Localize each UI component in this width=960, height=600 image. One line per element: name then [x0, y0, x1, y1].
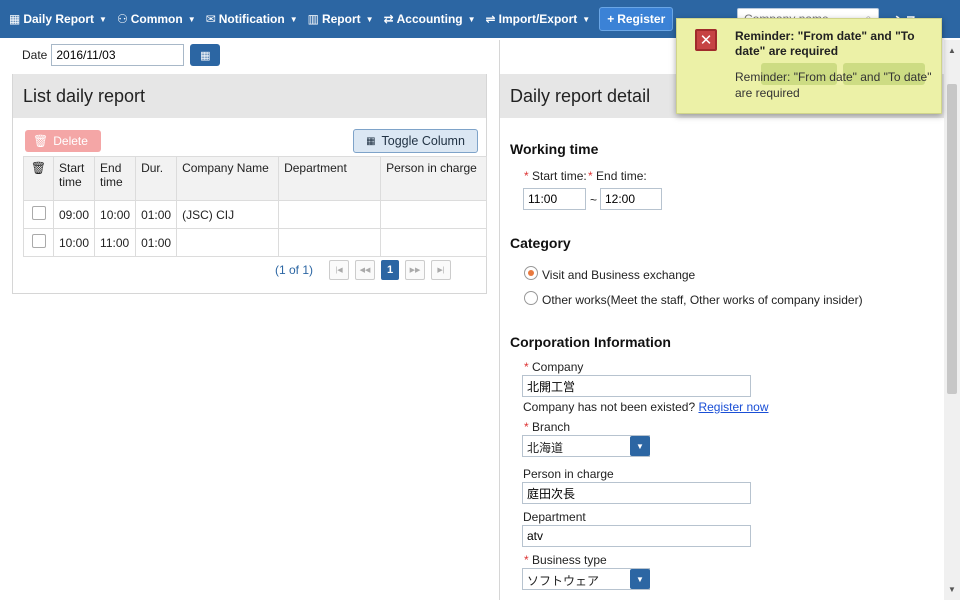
nav-daily-report[interactable]: ▦ Daily Report ▼: [4, 12, 112, 26]
scrollbar-thumb[interactable]: [947, 84, 957, 394]
category-option-label[interactable]: Other works(Meet the staff, Other works …: [542, 293, 863, 307]
column-header[interactable]: End time: [94, 156, 137, 201]
last-page-button[interactable]: ▶|: [431, 260, 452, 280]
page-number-button[interactable]: 1: [381, 260, 400, 280]
caret-down-icon: ▼: [99, 14, 107, 24]
column-header[interactable]: Dur.: [135, 156, 178, 201]
first-page-button[interactable]: |◀: [329, 260, 350, 280]
business-type-label: * Business type: [524, 553, 607, 567]
column-header[interactable]: Start time: [52, 156, 96, 201]
cell: [380, 200, 487, 229]
category-option-label[interactable]: Visit and Business exchange: [542, 268, 695, 282]
exchange-icon: ⇄: [383, 12, 394, 26]
person-in-charge-input[interactable]: [522, 482, 751, 504]
column-header[interactable]: Person in charge: [380, 156, 487, 201]
daily-report-table: 🗑 Start time End time Dur. Company Name …: [23, 156, 487, 257]
reminder-notification: ✕ Reminder: "From date" and "To date" ar…: [676, 18, 942, 114]
end-time-label: * End time:: [588, 169, 647, 183]
row-checkbox[interactable]: [31, 234, 46, 248]
page-info: (1 of 1): [275, 263, 314, 277]
trash-icon: 🗑: [30, 161, 47, 175]
caret-down-icon: ▼: [187, 14, 196, 24]
delete-button[interactable]: 🗑 Delete: [25, 130, 101, 152]
toggle-column-button[interactable]: ▦ Toggle Column: [353, 129, 478, 153]
table-row[interactable]: 10:00 11:00 01:00: [23, 228, 487, 257]
date-input[interactable]: [51, 44, 185, 66]
users-icon: ⚇: [116, 12, 128, 26]
caret-down-icon: ▼: [289, 14, 298, 24]
list-daily-report-panel: List daily report 🗑 Delete ▦ Toggle Column…: [12, 74, 487, 294]
caret-down-icon: ▼: [582, 14, 591, 24]
chevron-down-icon[interactable]: ▼: [630, 569, 650, 589]
person-in-charge-label: Person in charge: [523, 467, 614, 481]
cell: 10:00: [52, 228, 96, 257]
company-label: * Company: [524, 360, 584, 374]
register-button[interactable]: + Register: [599, 7, 674, 31]
caret-down-icon: ▼: [467, 14, 476, 24]
company-note: Company has not been existed? Register n…: [523, 400, 769, 414]
vertical-scrollbar[interactable]: ▲ ▼: [944, 40, 960, 600]
column-header[interactable]: Department: [278, 156, 382, 201]
cell: (JSC) CIJ: [176, 200, 280, 229]
prev-page-button[interactable]: ◀◀: [355, 260, 376, 280]
calendar-icon: ▦: [200, 49, 211, 62]
department-label: Department: [523, 510, 586, 524]
nav-notification[interactable]: ✉ Notification ▼: [201, 12, 303, 26]
end-time-input[interactable]: [600, 188, 662, 210]
cell: 01:00: [135, 200, 178, 229]
time-separator: ~: [590, 193, 598, 207]
category-radio-visit[interactable]: [524, 266, 538, 280]
caret-down-icon: ▼: [365, 14, 374, 24]
cell: [176, 228, 280, 257]
table-header-row: 🗑 Start time End time Dur. Company Name …: [23, 156, 487, 201]
date-filter: Date ▦: [12, 40, 221, 70]
cell: 09:00: [52, 200, 96, 229]
scroll-up-icon[interactable]: ▲: [948, 46, 956, 55]
working-time-title: Working time: [510, 141, 599, 157]
cell: [380, 228, 487, 257]
next-page-button[interactable]: ▶▶: [405, 260, 426, 280]
scroll-down-icon[interactable]: ▼: [948, 585, 956, 594]
branch-label: * Branch: [524, 420, 571, 434]
columns-icon: ▦: [366, 135, 376, 147]
category-radio-other[interactable]: [524, 291, 538, 305]
nav-common[interactable]: ⚇ Common ▼: [112, 12, 201, 26]
notification-body: Reminder: "From date" and "To date" are …: [735, 70, 932, 100]
department-input[interactable]: [522, 525, 751, 547]
trash-icon: 🗑: [33, 134, 49, 148]
start-time-input[interactable]: [523, 188, 586, 210]
plus-icon: +: [607, 12, 615, 26]
notification-title: Reminder: "From date" and "To date" are …: [735, 29, 915, 58]
cell: 01:00: [135, 228, 178, 257]
calendar-button[interactable]: ▦: [190, 44, 221, 66]
nav-report[interactable]: ▥ Report ▼: [303, 12, 379, 26]
row-checkbox[interactable]: [31, 206, 46, 220]
register-now-link[interactable]: Register now: [698, 400, 768, 414]
transfer-icon: ⇌: [485, 12, 496, 26]
daily-report-detail-panel: Daily report detail Working time * Start…: [499, 40, 945, 600]
cell: 11:00: [94, 228, 137, 257]
date-label: Date: [22, 48, 48, 62]
column-header[interactable]: Company Name: [176, 156, 280, 201]
bar-chart-icon: ▥: [307, 12, 319, 26]
corporation-info-title: Corporation Information: [510, 334, 671, 350]
category-title: Category: [510, 235, 571, 251]
nav-import-export[interactable]: ⇌ Import/Export ▼: [481, 12, 596, 26]
paginator: (1 of 1) |◀ ◀◀ 1 ▶▶ ▶|: [275, 260, 452, 280]
start-time-label: * Start time:: [524, 169, 587, 183]
nav-accounting[interactable]: ⇄ Accounting ▼: [379, 12, 481, 26]
select-all-header[interactable]: 🗑: [23, 156, 54, 201]
close-icon[interactable]: ✕: [695, 29, 717, 51]
table-row[interactable]: 09:00 10:00 01:00 (JSC) CIJ: [23, 200, 487, 229]
company-input[interactable]: [522, 375, 751, 397]
envelope-icon: ✉: [205, 12, 216, 26]
calendar-icon: ▦: [9, 12, 21, 26]
chevron-down-icon[interactable]: ▼: [630, 436, 650, 456]
cell: [278, 200, 382, 229]
cell: 10:00: [94, 200, 137, 229]
panel-title: List daily report: [13, 74, 486, 118]
cell: [278, 228, 382, 257]
